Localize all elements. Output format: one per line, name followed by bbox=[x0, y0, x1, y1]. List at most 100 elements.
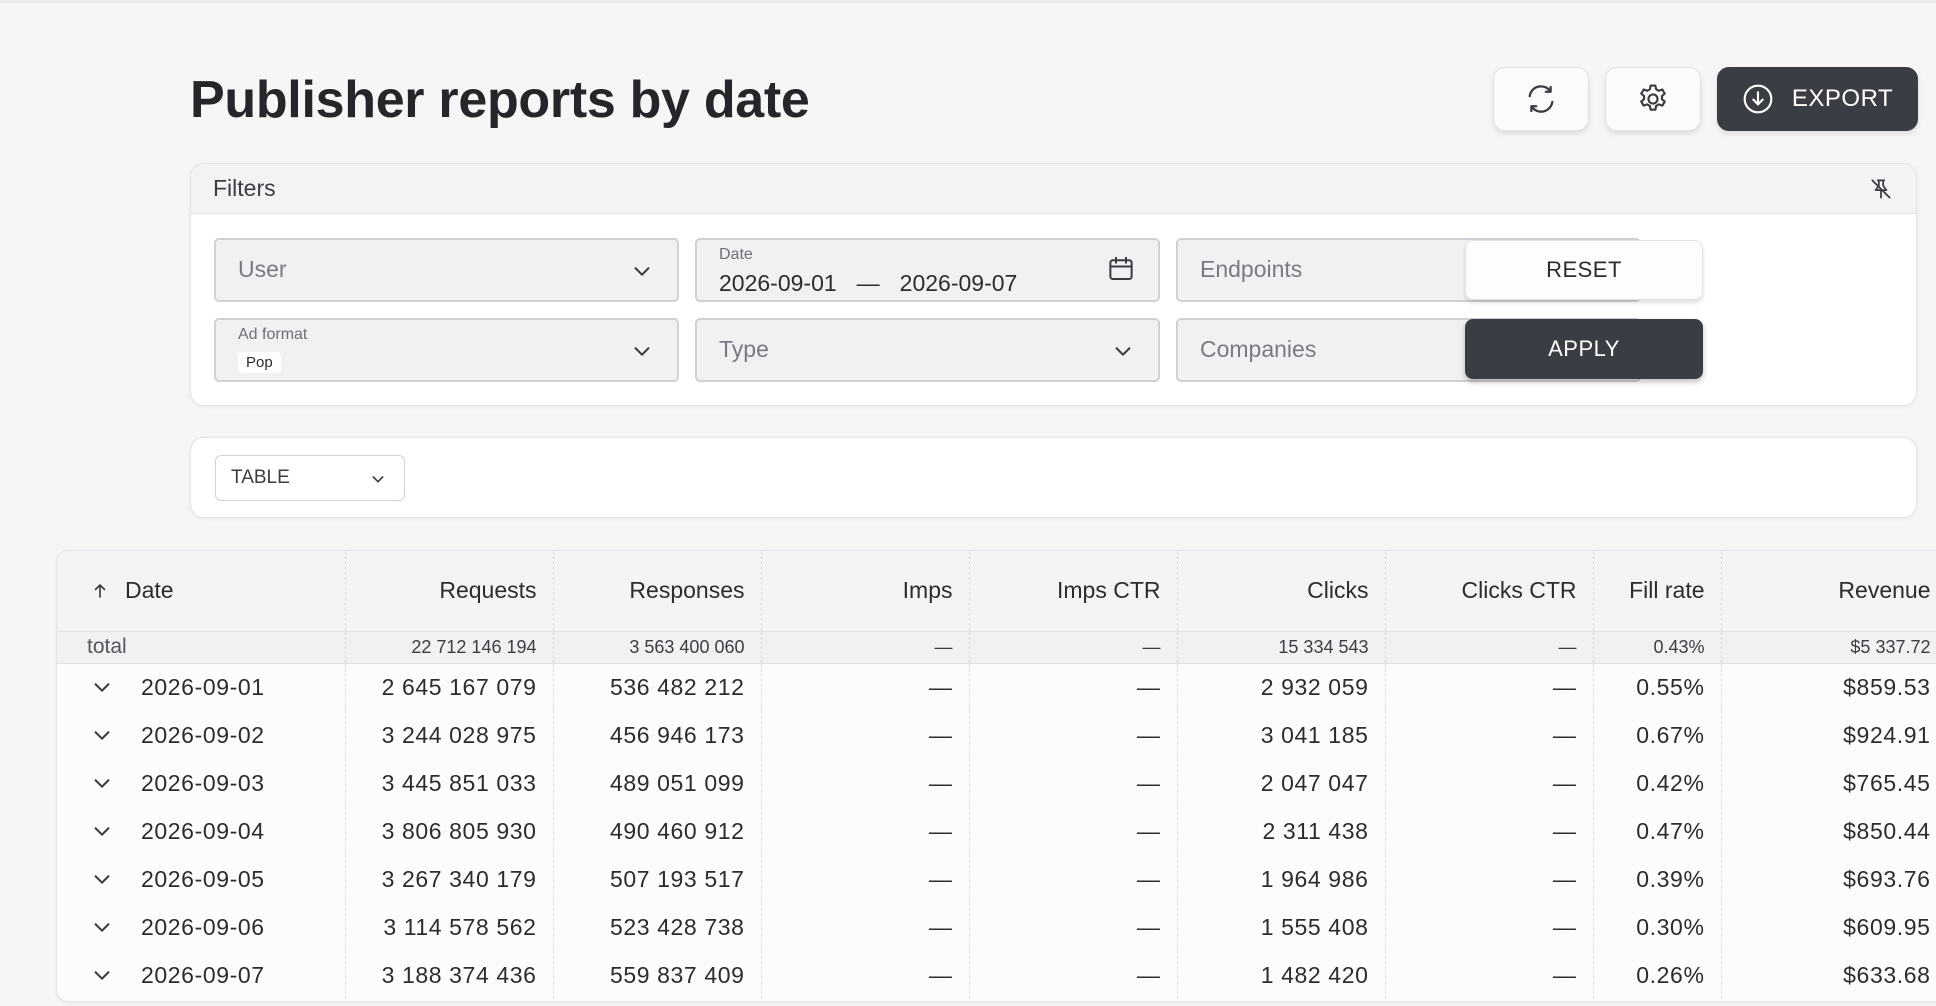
top-border bbox=[0, 0, 1936, 3]
ad-format-chip[interactable]: Pop bbox=[238, 352, 281, 373]
table-row[interactable]: 2026-09-02 3 244 028 975 456 946 173— —3 04… bbox=[57, 711, 1936, 759]
table-cell: 2026-09-06 bbox=[57, 903, 346, 951]
table-cell: — bbox=[1385, 807, 1594, 855]
chevron-down-icon[interactable] bbox=[91, 724, 113, 746]
table-cell: — bbox=[1385, 903, 1594, 951]
page-title: Publisher reports by date bbox=[190, 71, 810, 129]
table-cell: — bbox=[761, 951, 970, 999]
table-cell: 1 555 408 bbox=[1177, 903, 1386, 951]
date-from[interactable]: 2026-09-01 bbox=[719, 270, 837, 296]
table-cell: $693.76 bbox=[1721, 855, 1936, 903]
export-button[interactable]: EXPORT bbox=[1717, 67, 1918, 131]
table-cell: — bbox=[969, 855, 1178, 903]
download-icon bbox=[1743, 84, 1773, 114]
refresh-button[interactable] bbox=[1493, 67, 1589, 131]
total-cell: $5 337.72 bbox=[1721, 630, 1936, 664]
table-cell: 0.47% bbox=[1593, 807, 1722, 855]
table-cell: 3 114 578 562 bbox=[345, 903, 554, 951]
endpoints-placeholder: Endpoints bbox=[1200, 256, 1303, 282]
table-cell: — bbox=[761, 903, 970, 951]
column-header-requests[interactable]: Requests bbox=[345, 551, 554, 631]
table-cell: — bbox=[1385, 663, 1594, 711]
table-cell: $765.45 bbox=[1721, 759, 1936, 807]
table-cell: 489 051 099 bbox=[553, 759, 762, 807]
table-cell: 2 047 047 bbox=[1177, 759, 1386, 807]
table-row[interactable]: 2026-09-05 3 267 340 179 507 193 517— —1 96… bbox=[57, 855, 1936, 903]
chevron-down-icon bbox=[1115, 347, 1131, 356]
column-header-date[interactable]: Date bbox=[57, 551, 346, 631]
table-cell: 3 445 851 033 bbox=[345, 759, 554, 807]
type-select[interactable]: Type bbox=[695, 318, 1160, 382]
chevron-down-icon bbox=[634, 267, 650, 276]
table-cell: 0.30% bbox=[1593, 903, 1722, 951]
chevron-down-icon[interactable] bbox=[91, 676, 113, 698]
chevron-down-icon bbox=[372, 476, 384, 483]
table-cell: — bbox=[761, 711, 970, 759]
table-row[interactable]: 2026-09-01 2 645 167 079 536 482 212— —2 93… bbox=[57, 663, 1936, 711]
table-row[interactable]: 2026-09-03 3 445 851 033 489 051 099— —2 04… bbox=[57, 759, 1936, 807]
table-row[interactable]: 2026-09-06 3 114 578 562 523 428 738— —1 55… bbox=[57, 903, 1936, 951]
ad-format-label: Ad format bbox=[238, 326, 308, 343]
table-cell: $633.68 bbox=[1721, 951, 1936, 999]
column-header-fill-rate[interactable]: Fill rate bbox=[1593, 551, 1722, 631]
table-cell: — bbox=[761, 759, 970, 807]
table-header-row: Date Requests Responses Imps Imps CTR Cl… bbox=[57, 551, 1936, 631]
table-cell: 3 041 185 bbox=[1177, 711, 1386, 759]
date-separator: — bbox=[856, 270, 880, 296]
date-range-field[interactable]: Date 2026-09-01 — 2026-09-07 bbox=[695, 238, 1160, 302]
table-cell: — bbox=[1385, 759, 1594, 807]
column-header-imps-ctr[interactable]: Imps CTR bbox=[969, 551, 1178, 631]
table-cell: 2026-09-04 bbox=[57, 807, 346, 855]
view-mode-select[interactable]: TABLE bbox=[215, 455, 405, 501]
table-cell: 3 188 374 436 bbox=[345, 951, 554, 999]
table-cell: — bbox=[969, 711, 1178, 759]
table-cell: — bbox=[1385, 711, 1594, 759]
refresh-icon bbox=[1528, 85, 1554, 113]
ad-format-select[interactable]: Ad format Pop bbox=[214, 318, 679, 382]
table-cell: 0.39% bbox=[1593, 855, 1722, 903]
table-row[interactable]: 2026-09-04 3 806 805 930 490 460 912— —2 31… bbox=[57, 807, 1936, 855]
chevron-down-icon[interactable] bbox=[91, 772, 113, 794]
column-header-label: Date bbox=[125, 577, 174, 604]
arrow-up-icon bbox=[94, 584, 106, 599]
table-row[interactable]: 2026-09-07 3 188 374 436 559 837 409— —1 48… bbox=[57, 951, 1936, 999]
reset-button[interactable]: RESET bbox=[1465, 240, 1703, 300]
total-cell: — bbox=[761, 630, 970, 664]
table-cell: 2026-09-01 bbox=[57, 663, 346, 711]
table-cell: — bbox=[969, 759, 1178, 807]
total-cell: total bbox=[57, 630, 346, 664]
user-select[interactable]: User bbox=[214, 238, 679, 302]
column-header-responses[interactable]: Responses bbox=[553, 551, 762, 631]
unpin-icon[interactable] bbox=[1868, 176, 1894, 202]
column-header-imps[interactable]: Imps bbox=[761, 551, 970, 631]
view-panel: TABLE bbox=[190, 437, 1917, 518]
chevron-down-icon[interactable] bbox=[91, 964, 113, 986]
apply-button[interactable]: APPLY bbox=[1465, 319, 1703, 379]
table-cell: 2 645 167 079 bbox=[345, 663, 554, 711]
calendar-icon[interactable] bbox=[1106, 254, 1136, 284]
filters-title: Filters bbox=[213, 175, 276, 201]
table-cell: 559 837 409 bbox=[553, 951, 762, 999]
total-cell: 0.43% bbox=[1593, 630, 1722, 664]
column-header-clicks[interactable]: Clicks bbox=[1177, 551, 1386, 631]
table-cell: 2026-09-07 bbox=[57, 951, 346, 999]
table-cell: 0.55% bbox=[1593, 663, 1722, 711]
table-cell: — bbox=[969, 663, 1178, 711]
date-range-values: 2026-09-01 — 2026-09-07 bbox=[719, 270, 1017, 297]
column-header-clicks-ctr[interactable]: Clicks CTR bbox=[1385, 551, 1594, 631]
total-cell: — bbox=[969, 630, 1178, 664]
table-cell: 490 460 912 bbox=[553, 807, 762, 855]
settings-button[interactable] bbox=[1605, 67, 1701, 131]
chevron-down-icon[interactable] bbox=[91, 916, 113, 938]
date-label: Date bbox=[719, 246, 753, 263]
chevron-down-icon[interactable] bbox=[91, 820, 113, 842]
column-header-revenue[interactable]: Revenue bbox=[1721, 551, 1936, 631]
report-table: Date Requests Responses Imps Imps CTR Cl… bbox=[56, 550, 1936, 1002]
table-cell: — bbox=[969, 903, 1178, 951]
companies-placeholder: Companies bbox=[1200, 336, 1317, 362]
table-cell: $924.91 bbox=[1721, 711, 1936, 759]
gear-icon bbox=[1640, 84, 1666, 111]
date-to[interactable]: 2026-09-07 bbox=[900, 270, 1018, 296]
table-cell: 0.42% bbox=[1593, 759, 1722, 807]
chevron-down-icon[interactable] bbox=[91, 868, 113, 890]
